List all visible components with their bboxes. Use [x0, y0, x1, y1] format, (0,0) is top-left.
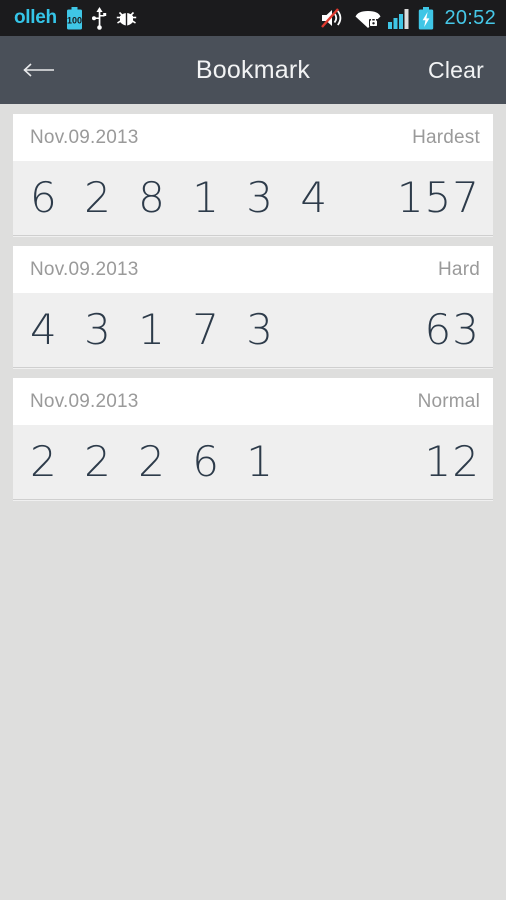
battery-100-icon: 100: [66, 6, 83, 30]
svg-text:100: 100: [67, 15, 82, 25]
status-bar: olleh 100 20:52: [0, 0, 506, 36]
back-arrow-icon: [22, 61, 56, 79]
battery-charging-icon: [418, 6, 434, 30]
status-bar-right: 20:52: [321, 6, 496, 30]
bookmark-date: Nov.09.2013: [30, 258, 139, 280]
bug-icon: [116, 8, 137, 29]
app-bar: Bookmark Clear: [0, 36, 506, 104]
bookmark-card-body: 2 2 2 6 1 12: [13, 425, 493, 499]
bookmark-digits: 4 3 1 7 3: [30, 305, 281, 354]
signal-bars-icon: [388, 8, 411, 29]
bookmark-list: Nov.09.2013 Hardest 6 2 8 1 3 4 157 Nov.…: [0, 104, 506, 500]
bookmark-date: Nov.09.2013: [30, 126, 139, 148]
bookmark-digits: 6 2 8 1 3 4: [30, 173, 335, 222]
bookmark-card[interactable]: Nov.09.2013 Hardest 6 2 8 1 3 4 157: [13, 114, 493, 236]
bookmark-card-header: Nov.09.2013 Hard: [13, 246, 493, 293]
bookmark-difficulty: Hard: [438, 258, 480, 280]
status-bar-left: olleh 100: [14, 6, 321, 30]
bookmark-card[interactable]: Nov.09.2013 Normal 2 2 2 6 1 12: [13, 378, 493, 500]
bookmark-card-body: 6 2 8 1 3 4 157: [13, 161, 493, 235]
clear-button[interactable]: Clear: [428, 57, 484, 84]
carrier-label: olleh: [14, 7, 57, 28]
bookmark-card[interactable]: Nov.09.2013 Hard 4 3 1 7 3 63: [13, 246, 493, 368]
wifi-secure-icon: [355, 8, 381, 29]
bookmark-card-body: 4 3 1 7 3 63: [13, 293, 493, 367]
bookmark-score: 12: [424, 437, 480, 486]
bookmark-score: 63: [424, 305, 480, 354]
bookmark-difficulty: Normal: [417, 390, 480, 412]
status-clock: 20:52: [444, 6, 496, 29]
bookmark-score: 157: [396, 173, 480, 222]
bookmark-date: Nov.09.2013: [30, 390, 139, 412]
back-button[interactable]: [22, 61, 70, 79]
bookmark-card-header: Nov.09.2013 Hardest: [13, 114, 493, 161]
usb-icon: [91, 6, 107, 30]
bookmark-card-header: Nov.09.2013 Normal: [13, 378, 493, 425]
bookmark-difficulty: Hardest: [412, 126, 480, 148]
volume-muted-icon: [321, 7, 348, 29]
bookmark-digits: 2 2 2 6 1: [30, 437, 281, 486]
